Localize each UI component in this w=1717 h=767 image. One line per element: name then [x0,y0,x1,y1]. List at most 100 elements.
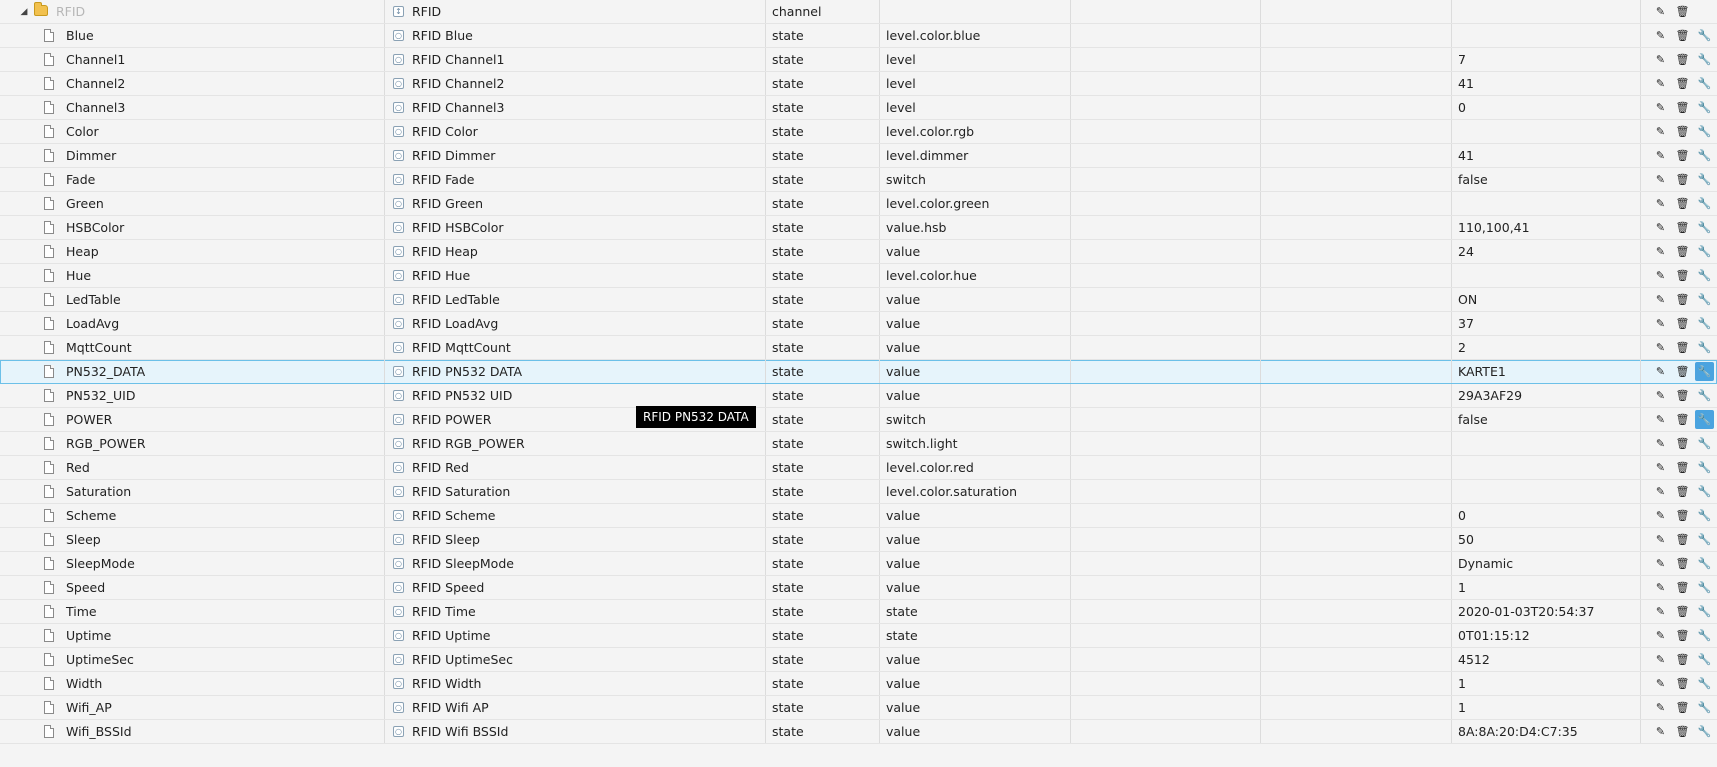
pencil-icon[interactable]: ✎ [1651,74,1670,93]
tree-row[interactable]: RGB_POWER ○ RFID RGB_POWER state switch.ligh… [0,432,1717,456]
id-cell[interactable]: Uptime [0,624,385,647]
id-cell[interactable]: Fade [0,168,385,191]
id-cell[interactable]: UptimeSec [0,648,385,671]
value-cell[interactable]: 0 [1452,96,1641,119]
trash-icon[interactable]: 🗑 [1673,122,1692,141]
value-cell[interactable]: 41 [1452,72,1641,95]
pencil-icon[interactable]: ✎ [1651,410,1670,429]
pencil-icon[interactable]: ✎ [1651,98,1670,117]
wrench-icon[interactable]: 🔧 [1695,506,1714,525]
value-cell[interactable]: 1 [1452,696,1641,719]
id-cell[interactable]: PN532_UID [0,384,385,407]
value-cell[interactable]: ON [1452,288,1641,311]
pencil-icon[interactable]: ✎ [1651,506,1670,525]
id-cell[interactable]: Wifi_BSSId [0,720,385,743]
pencil-icon[interactable]: ✎ [1651,554,1670,573]
value-cell[interactable] [1452,0,1641,23]
tree-row[interactable]: Fade ○ RFID Fade state switch false ✎ 🗑 🔧 [0,168,1717,192]
trash-icon[interactable]: 🗑 [1673,650,1692,669]
wrench-icon[interactable]: 🔧 [1695,386,1714,405]
pencil-icon[interactable]: ✎ [1651,434,1670,453]
tree-row[interactable]: POWER ○ RFID POWER state switch false ✎ 🗑 🔧 [0,408,1717,432]
id-cell[interactable]: POWER [0,408,385,431]
pencil-icon[interactable]: ✎ [1651,674,1670,693]
trash-icon[interactable]: 🗑 [1673,242,1692,261]
tree-row[interactable]: MqttCount ○ RFID MqttCount state value 2 ✎ 🗑 🔧 [0,336,1717,360]
value-cell[interactable]: 1 [1452,672,1641,695]
tree-row[interactable]: Sleep ○ RFID Sleep state value 50 ✎ 🗑 🔧 [0,528,1717,552]
wrench-icon[interactable]: 🔧 [1695,218,1714,237]
trash-icon[interactable]: 🗑 [1673,434,1692,453]
wrench-icon[interactable]: 🔧 [1695,194,1714,213]
trash-icon[interactable]: 🗑 [1673,50,1692,69]
tree-row[interactable]: Color ○ RFID Color state level.color.rgb ✎ 🗑 🔧 [0,120,1717,144]
wrench-icon[interactable]: 🔧 [1695,530,1714,549]
value-cell[interactable]: 24 [1452,240,1641,263]
id-cell[interactable]: ◢ RFID [0,0,385,23]
trash-icon[interactable]: 🗑 [1673,554,1692,573]
tree-row[interactable]: Heap ○ RFID Heap state value 24 ✎ 🗑 🔧 [0,240,1717,264]
value-cell[interactable] [1452,192,1641,215]
value-cell[interactable]: Dynamic [1452,552,1641,575]
tree-channel-row[interactable]: ◢ RFID ↕ RFID channel ✎ 🗑 [0,0,1717,24]
trash-icon[interactable]: 🗑 [1673,506,1692,525]
value-cell[interactable] [1452,456,1641,479]
value-cell[interactable]: 0T01:15:12 [1452,624,1641,647]
wrench-icon[interactable]: 🔧 [1695,26,1714,45]
trash-icon[interactable]: 🗑 [1673,218,1692,237]
tree-row[interactable]: Green ○ RFID Green state level.color.green ✎ 🗑… [0,192,1717,216]
trash-icon[interactable]: 🗑 [1673,386,1692,405]
pencil-icon[interactable]: ✎ [1651,146,1670,165]
id-cell[interactable]: Speed [0,576,385,599]
pencil-icon[interactable]: ✎ [1651,530,1670,549]
id-cell[interactable]: Green [0,192,385,215]
pencil-icon[interactable]: ✎ [1651,458,1670,477]
pencil-icon[interactable]: ✎ [1651,722,1670,741]
pencil-icon[interactable]: ✎ [1651,266,1670,285]
id-cell[interactable]: Sleep [0,528,385,551]
value-cell[interactable]: 0 [1452,504,1641,527]
tree-row[interactable]: SleepMode ○ RFID SleepMode state value Dynami… [0,552,1717,576]
value-cell[interactable]: 1 [1452,576,1641,599]
tree-row[interactable]: Channel1 ○ RFID Channel1 state level 7 ✎ 🗑 🔧 [0,48,1717,72]
id-cell[interactable]: HSBColor [0,216,385,239]
id-cell[interactable]: Heap [0,240,385,263]
tree-row[interactable]: Saturation ○ RFID Saturation state level.col… [0,480,1717,504]
id-cell[interactable]: Channel2 [0,72,385,95]
pencil-icon[interactable]: ✎ [1651,338,1670,357]
wrench-icon[interactable]: 🔧 [1695,434,1714,453]
tree-row[interactable]: Time ○ RFID Time state state 2020-01-03T20:54… [0,600,1717,624]
pencil-icon[interactable]: ✎ [1651,122,1670,141]
pencil-icon[interactable]: ✎ [1651,290,1670,309]
trash-icon[interactable]: 🗑 [1673,194,1692,213]
trash-icon[interactable]: 🗑 [1673,98,1692,117]
id-cell[interactable]: MqttCount [0,336,385,359]
id-cell[interactable]: Saturation [0,480,385,503]
id-cell[interactable]: LedTable [0,288,385,311]
value-cell[interactable]: 37 [1452,312,1641,335]
id-cell[interactable]: Wifi_AP [0,696,385,719]
id-cell[interactable]: LoadAvg [0,312,385,335]
wrench-icon[interactable]: 🔧 [1695,74,1714,93]
value-cell[interactable]: KARTE1 [1452,360,1641,383]
value-cell[interactable]: false [1452,408,1641,431]
tree-row[interactable]: LoadAvg ○ RFID LoadAvg state value 37 ✎ 🗑 🔧 [0,312,1717,336]
wrench-icon[interactable]: 🔧 [1695,650,1714,669]
wrench-icon[interactable]: 🔧 [1695,554,1714,573]
value-cell[interactable]: 29A3AF29 [1452,384,1641,407]
tree-row[interactable]: Scheme ○ RFID Scheme state value 0 ✎ 🗑 🔧 [0,504,1717,528]
value-cell[interactable] [1452,24,1641,47]
wrench-icon[interactable]: 🔧 [1695,290,1714,309]
id-cell[interactable]: Color [0,120,385,143]
trash-icon[interactable]: 🗑 [1673,266,1692,285]
wrench-icon[interactable]: 🔧 [1695,122,1714,141]
id-cell[interactable]: Dimmer [0,144,385,167]
trash-icon[interactable]: 🗑 [1673,362,1692,381]
tree-row[interactable]: UptimeSec ○ RFID UptimeSec state value 4512 ✎ 🗑… [0,648,1717,672]
pencil-icon[interactable]: ✎ [1651,626,1670,645]
value-cell[interactable]: 7 [1452,48,1641,71]
tree-row[interactable]: Width ○ RFID Width state value 1 ✎ 🗑 🔧 [0,672,1717,696]
tree-row[interactable]: PN532_UID ○ RFID PN532 UID state value 29A3AF… [0,384,1717,408]
pencil-icon[interactable]: ✎ [1651,650,1670,669]
id-cell[interactable]: SleepMode [0,552,385,575]
